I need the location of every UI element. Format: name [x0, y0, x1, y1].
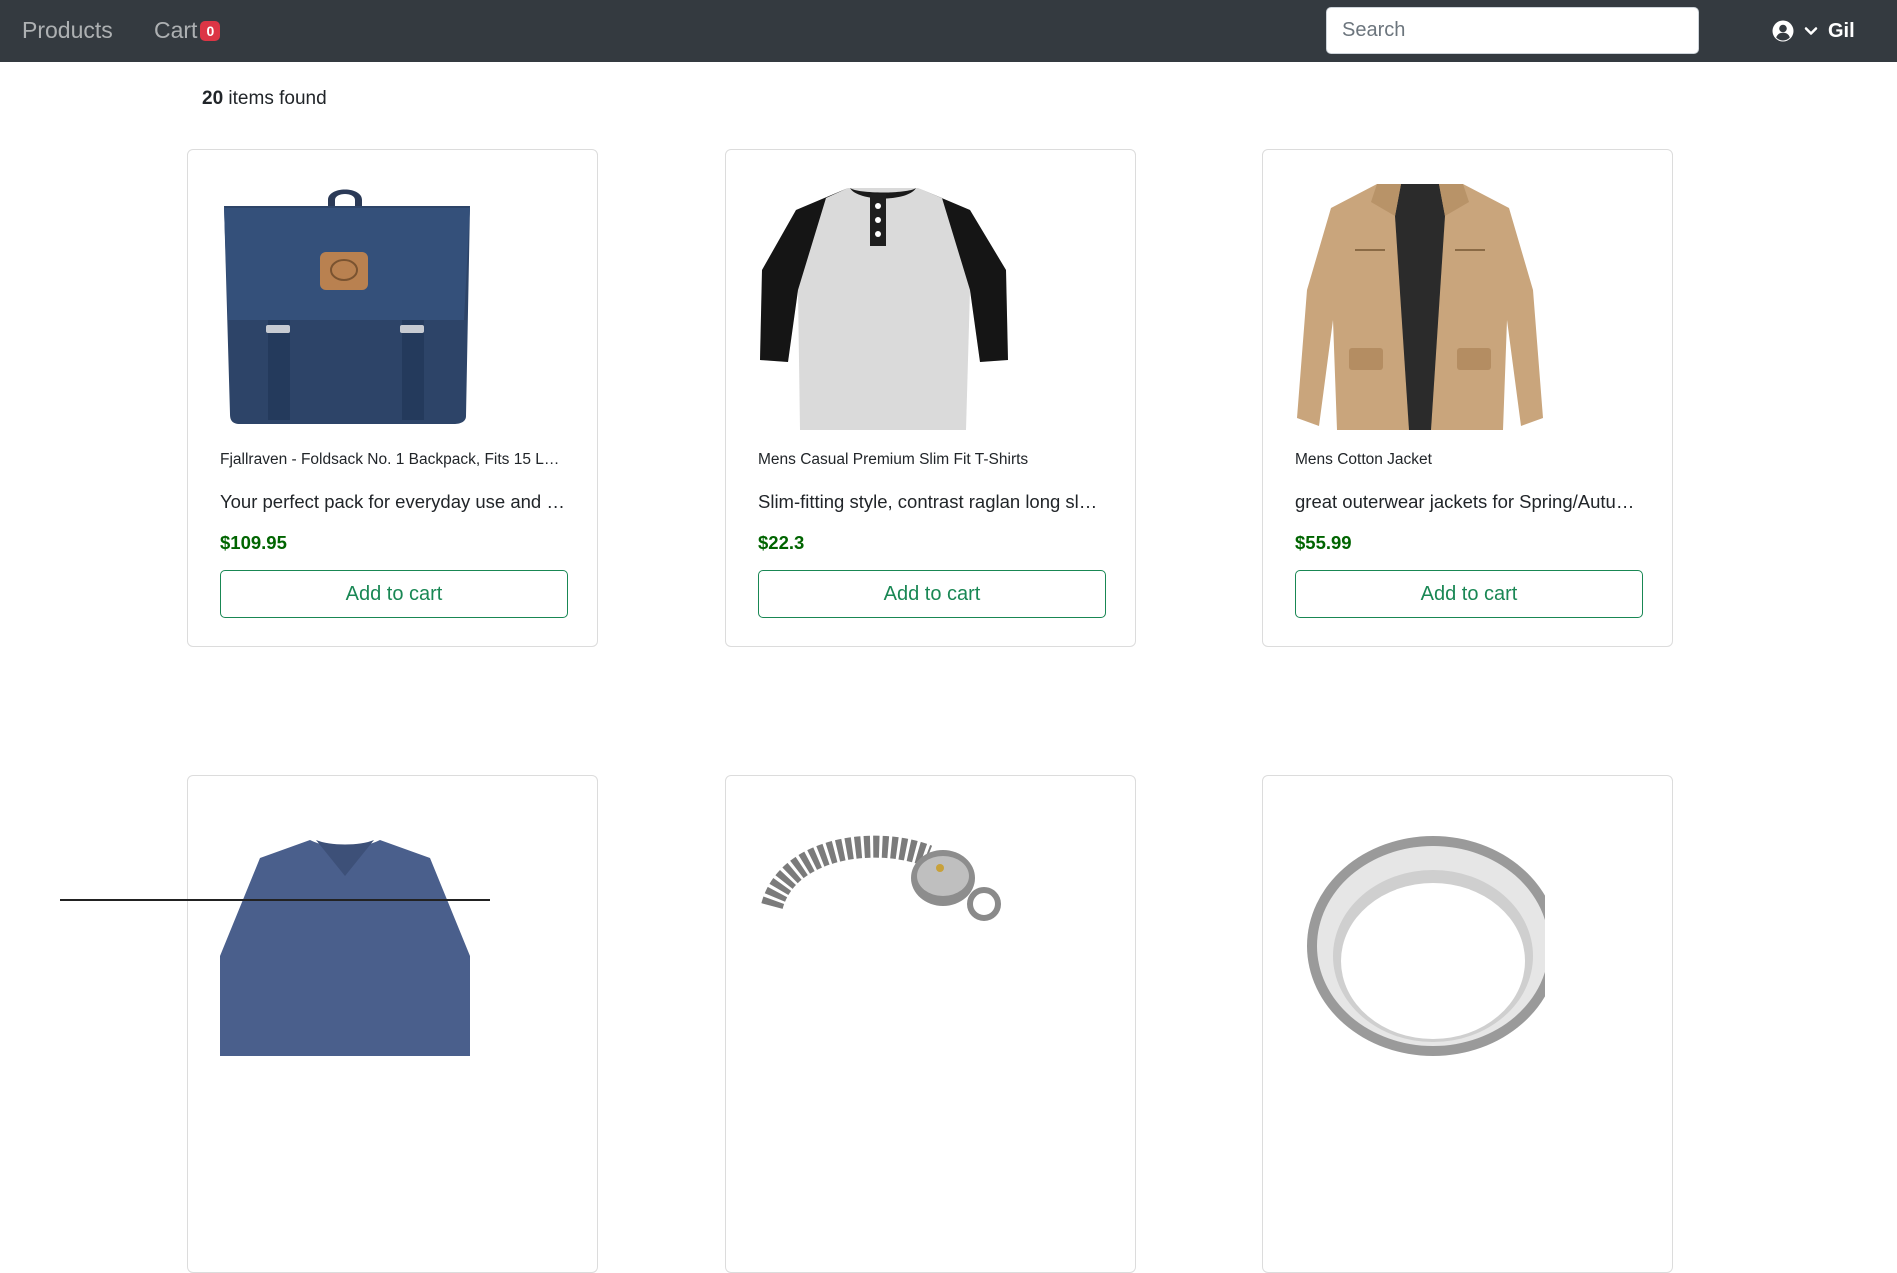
product-description: Your perfect pack for everyday use and w… — [220, 491, 566, 512]
jacket-image — [1297, 184, 1543, 430]
bracelet-image — [761, 835, 1001, 921]
search-input[interactable] — [1326, 7, 1699, 54]
product-title: Mens Cotton Jacket — [1295, 451, 1432, 468]
product-description: Slim-fitting style, contrast raglan long… — [758, 491, 1104, 512]
product-title: Fjallraven - Foldsack No. 1 Backpack, Fi… — [220, 451, 566, 468]
items-found-label: items found — [223, 88, 327, 109]
nav-cart-label: Cart — [154, 17, 198, 43]
product-card — [1262, 775, 1673, 1273]
navbar: Products Cart0 Gil — [0, 0, 1897, 62]
longsleeve-shirt-image — [220, 840, 470, 1056]
backpack-image — [224, 189, 470, 424]
product-card — [187, 775, 598, 1273]
product-price: $109.95 — [220, 532, 287, 553]
cart-count-badge: 0 — [200, 20, 221, 41]
product-description: great outerwear jackets for Spring/Autum… — [1295, 491, 1641, 512]
items-found-text: 20 items found — [202, 88, 327, 110]
product-card — [725, 775, 1136, 1273]
product-card: Mens Casual Premium Slim Fit T-Shirts Sl… — [725, 149, 1136, 647]
add-to-cart-button[interactable]: Add to cart — [758, 570, 1106, 618]
ring-image — [1307, 836, 1545, 1056]
product-price: $55.99 — [1295, 532, 1352, 553]
tshirt-image — [760, 188, 1008, 430]
add-to-cart-button[interactable]: Add to cart — [1295, 570, 1643, 618]
items-count: 20 — [202, 88, 224, 109]
user-circle-icon — [1772, 20, 1794, 42]
nav-products-link[interactable]: Products — [22, 0, 113, 62]
product-price: $22.3 — [758, 532, 805, 553]
user-menu[interactable]: Gil — [1772, 0, 1855, 62]
product-card: Fjallraven - Foldsack No. 1 Backpack, Fi… — [187, 149, 598, 647]
add-to-cart-button[interactable]: Add to cart — [220, 570, 568, 618]
chevron-down-icon — [1804, 26, 1818, 36]
product-title: Mens Casual Premium Slim Fit T-Shirts — [758, 451, 1029, 468]
nav-cart-link[interactable]: Cart 0 — [154, 0, 221, 62]
product-card: Mens Cotton Jacket great outerwear jacke… — [1262, 149, 1673, 647]
user-name: Gil — [1828, 19, 1855, 42]
